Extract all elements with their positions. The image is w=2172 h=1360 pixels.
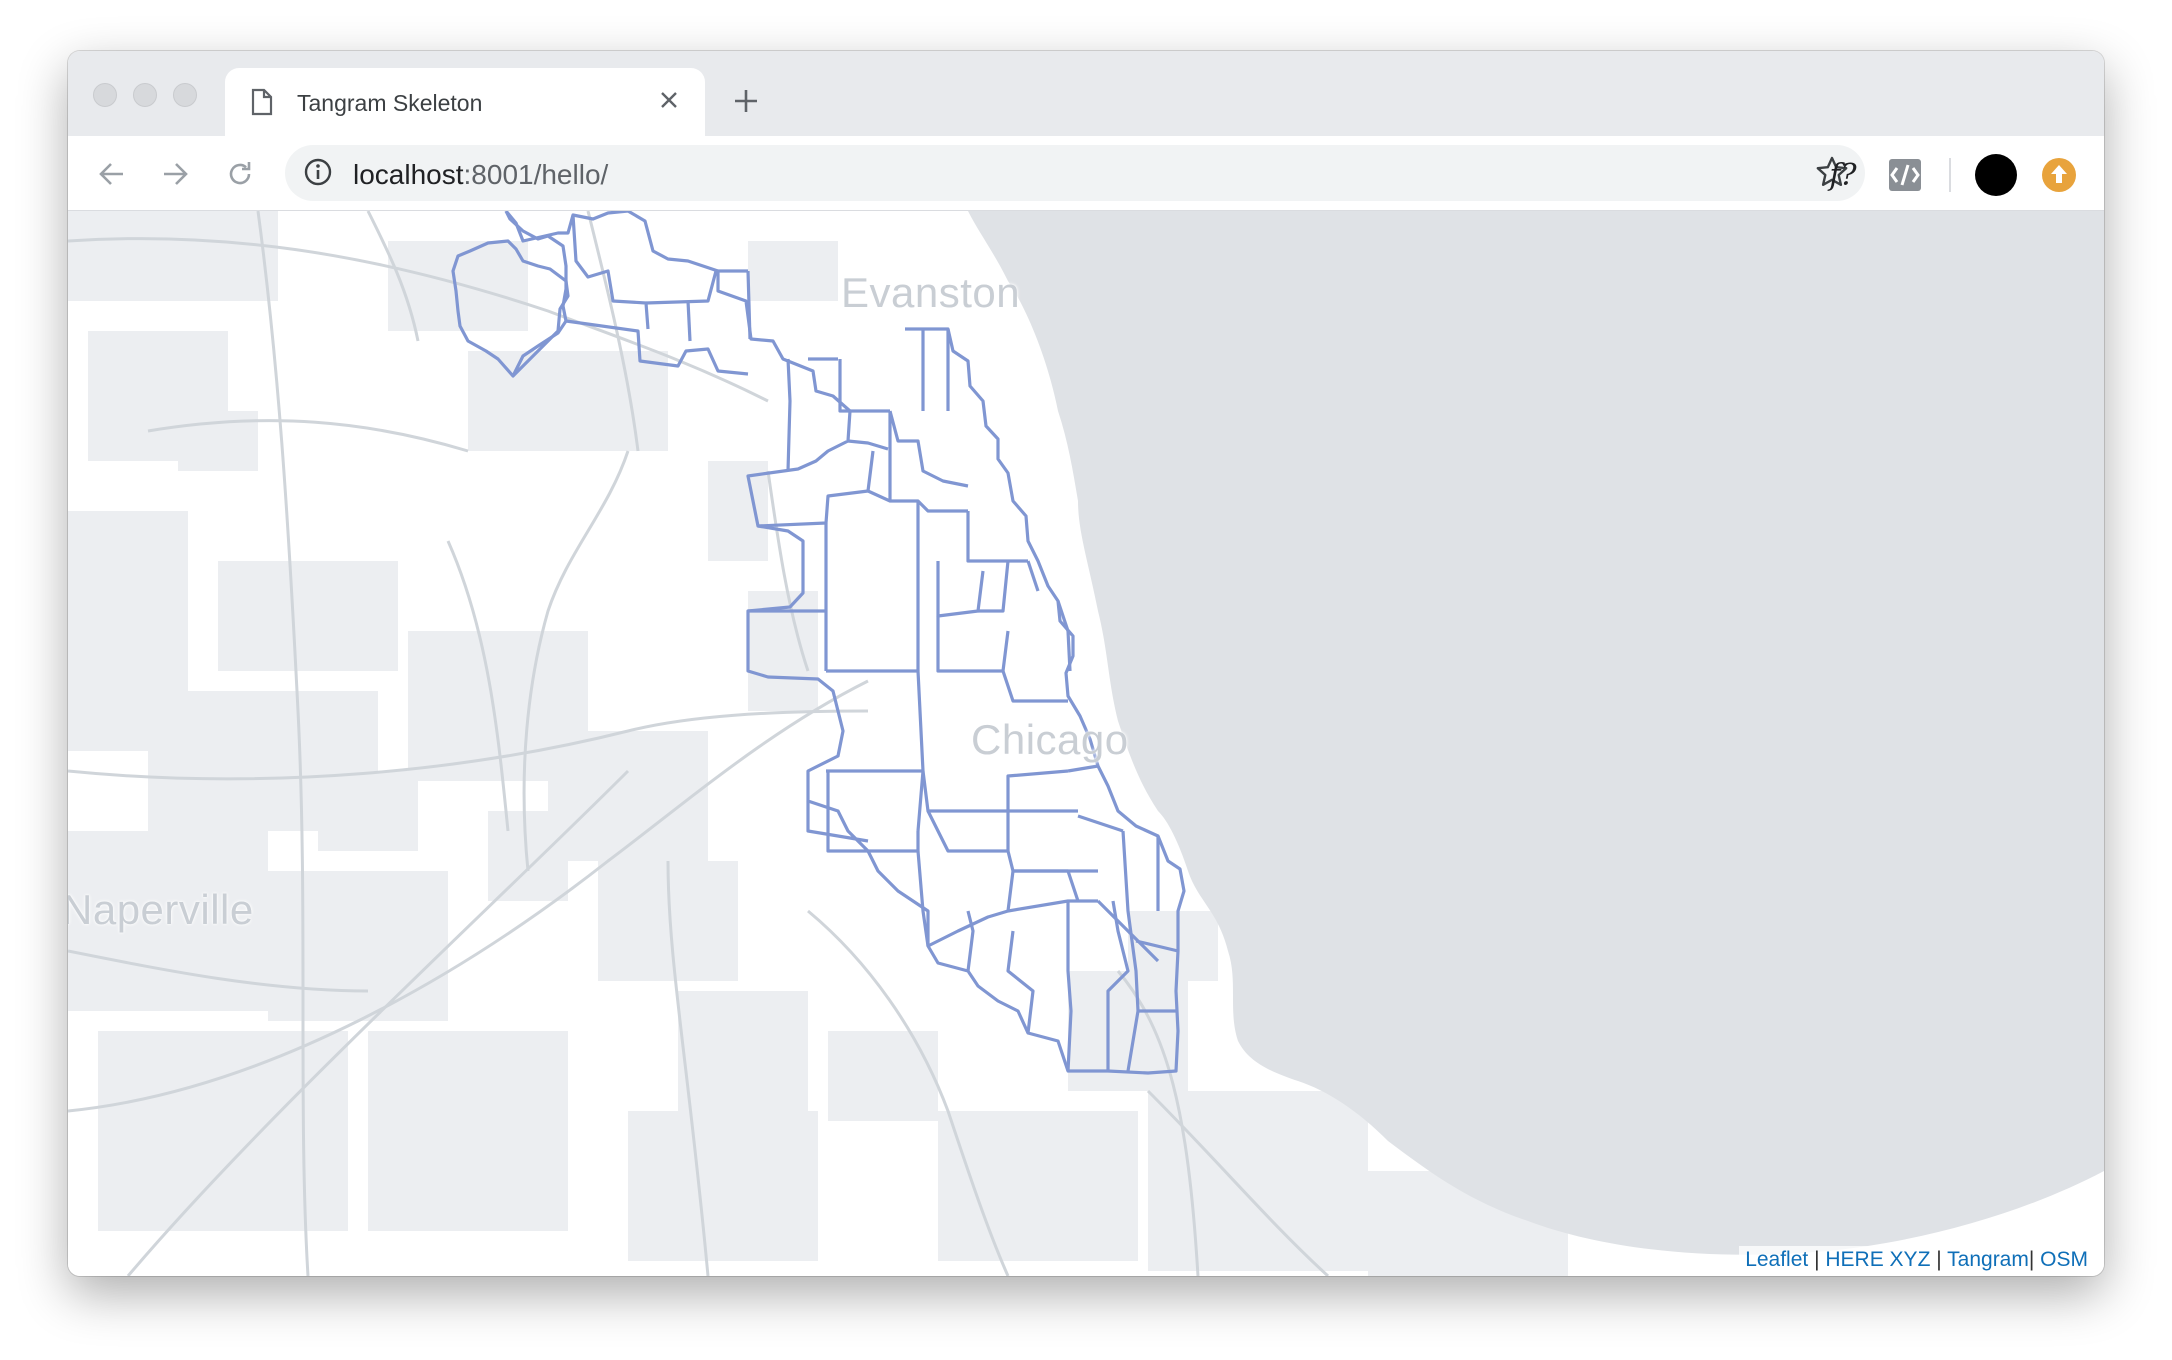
tab-tangram-skeleton[interactable]: Tangram Skeleton bbox=[225, 68, 705, 136]
toolbar: localhost:8001/hello/ f? bbox=[68, 136, 2104, 211]
close-tab-button[interactable] bbox=[651, 82, 687, 118]
reload-button[interactable] bbox=[218, 152, 262, 196]
lake-michigan bbox=[968, 211, 2104, 1255]
document-icon bbox=[251, 88, 273, 121]
back-button[interactable] bbox=[90, 152, 134, 196]
reload-icon bbox=[229, 162, 251, 185]
zoom-window-button[interactable] bbox=[173, 83, 197, 107]
map-label-naperville: Naperville bbox=[68, 886, 254, 933]
tab-title: Tangram Skeleton bbox=[297, 90, 483, 116]
title-bar: Tangram Skeleton bbox=[68, 51, 2104, 136]
arrow-left-icon bbox=[99, 163, 123, 185]
forward-button[interactable] bbox=[153, 152, 197, 196]
plus-icon bbox=[735, 90, 757, 112]
close-icon bbox=[661, 92, 677, 108]
url-text[interactable]: localhost:8001/hello/ bbox=[353, 159, 608, 191]
leaflet-link[interactable]: Leaflet bbox=[1745, 1248, 1808, 1271]
info-icon[interactable] bbox=[303, 157, 333, 192]
extension-f-button[interactable]: f? bbox=[1818, 153, 1868, 197]
extension-code-icon[interactable] bbox=[1883, 153, 1927, 197]
arrow-right-icon bbox=[164, 163, 188, 185]
browser-window: Tangram Skeleton localhost:8001/hello/ f… bbox=[68, 51, 2104, 1276]
map-view[interactable]: Evanston Chicago Naperville Leaflet | HE… bbox=[68, 211, 2104, 1276]
profile-avatar-icon[interactable] bbox=[1973, 153, 2019, 197]
url-path: :8001/hello/ bbox=[463, 159, 609, 190]
address-bar[interactable]: localhost:8001/hello/ bbox=[285, 145, 1865, 201]
url-host: localhost bbox=[353, 159, 464, 190]
update-icon[interactable] bbox=[2038, 153, 2080, 197]
tangram-link[interactable]: Tangram bbox=[1947, 1248, 2029, 1271]
close-window-button[interactable] bbox=[93, 83, 117, 107]
toolbar-divider bbox=[1948, 153, 1952, 197]
new-tab-button[interactable] bbox=[728, 83, 764, 119]
osm-link[interactable]: OSM bbox=[2040, 1248, 2088, 1271]
map-label-evanston: Evanston bbox=[841, 269, 1021, 316]
here-xyz-link[interactable]: HERE XYZ bbox=[1825, 1248, 1930, 1271]
map-attribution: Leaflet | HERE XYZ | Tangram| OSM bbox=[1739, 1246, 2094, 1274]
map-label-chicago: Chicago bbox=[971, 716, 1129, 763]
minimize-window-button[interactable] bbox=[133, 83, 157, 107]
